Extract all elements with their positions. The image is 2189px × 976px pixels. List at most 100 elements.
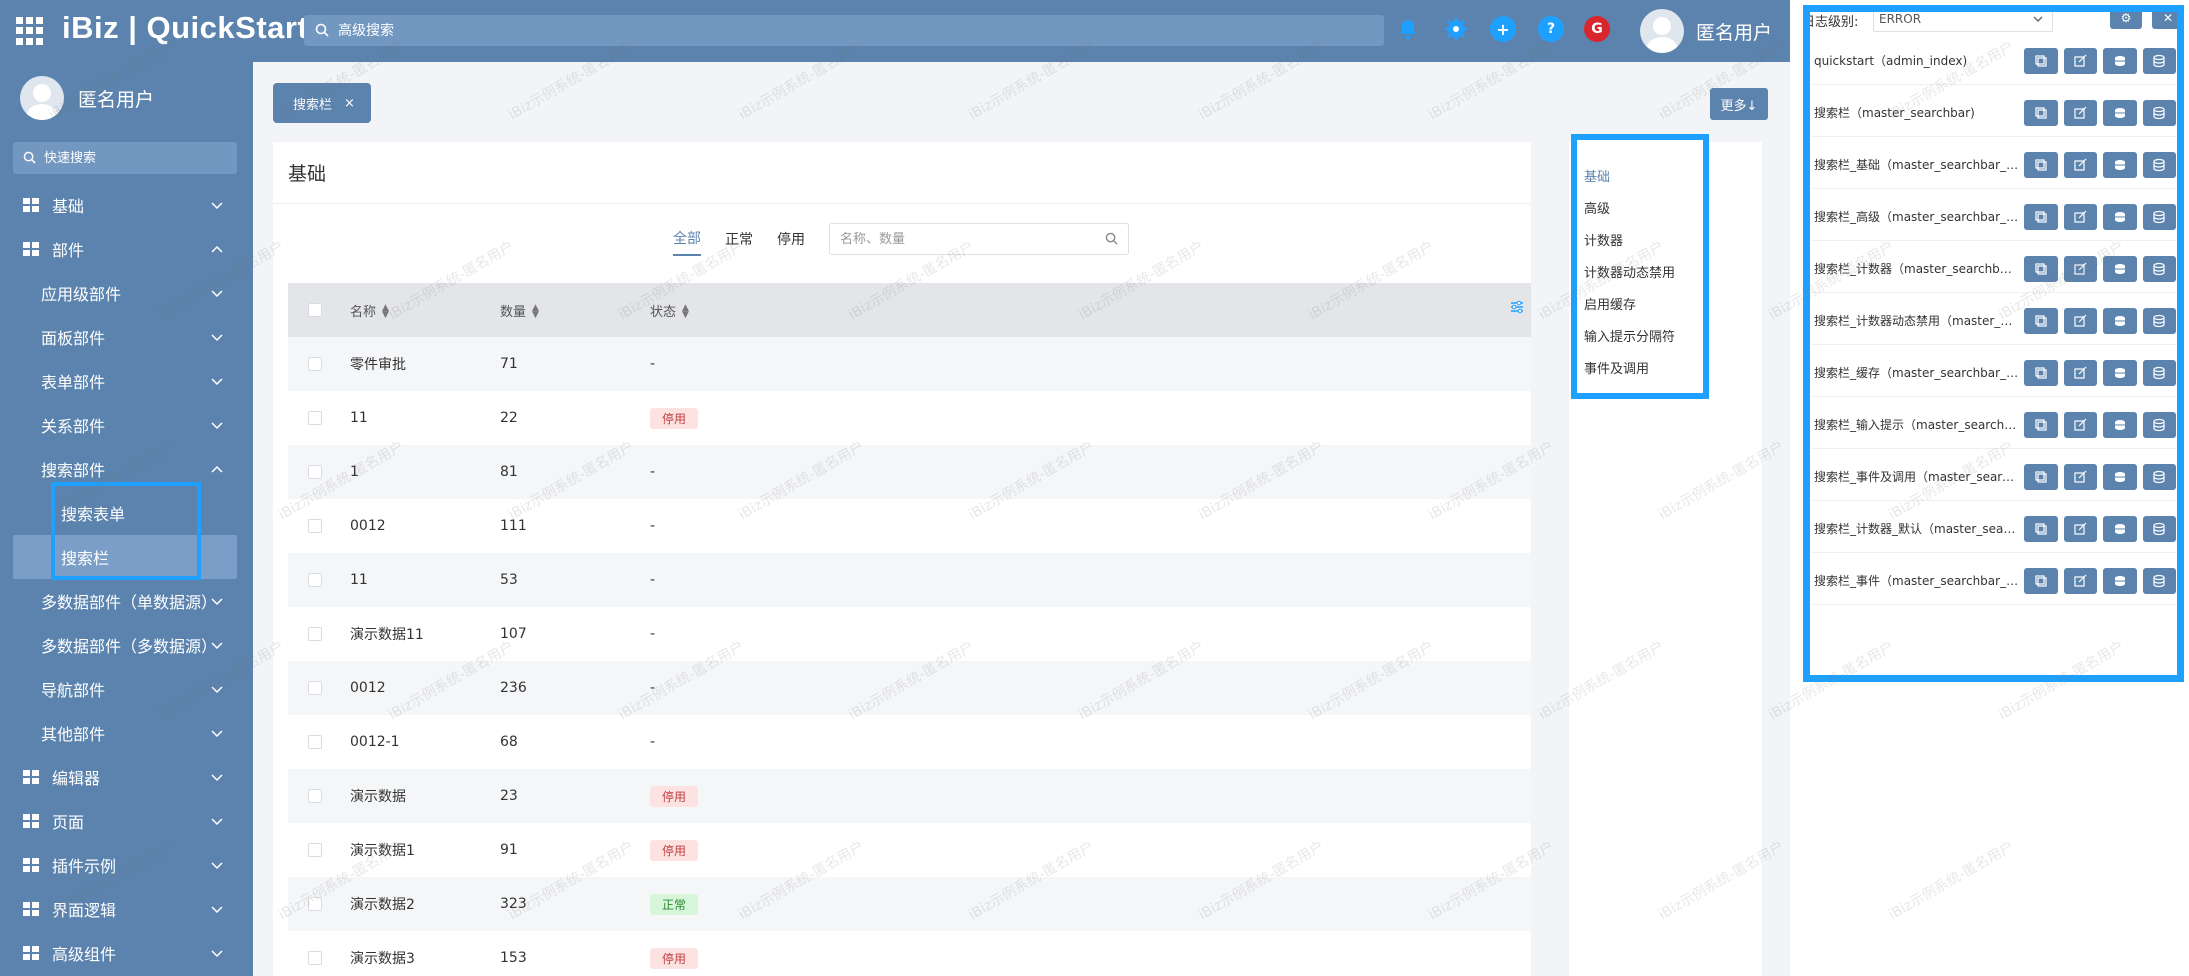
sidebar-item-label: 基础 (52, 197, 85, 216)
cell-qty: 236 (500, 661, 650, 715)
anchor-link[interactable]: 启用缓存 (1577, 294, 1703, 326)
quick-search-input[interactable] (44, 142, 229, 174)
sidebar-item[interactable]: 高级组件 (0, 931, 253, 975)
sort-icon[interactable]: ▲ ▼ (532, 304, 539, 320)
status-text: - (650, 626, 656, 642)
sort-icon[interactable]: ▲ ▼ (382, 304, 389, 320)
help-icon[interactable]: ? (1538, 16, 1564, 42)
column-header-name[interactable]: 名称 ▲ ▼ (350, 283, 500, 337)
plus-icon[interactable]: + (1490, 16, 1516, 42)
cell-name: 演示数据 (350, 769, 500, 823)
sidebar-item[interactable]: 部件 (0, 227, 253, 271)
sidebar-item-label: 导航部件 (41, 681, 106, 700)
row-checkbox[interactable] (308, 843, 322, 857)
sidebar-item[interactable]: 面板部件 (0, 315, 253, 359)
table-row[interactable]: 演示数据 23 停用 (288, 769, 1531, 823)
table-row[interactable]: 零件审批 71- (288, 337, 1531, 391)
table-row[interactable]: 演示数据2 323 正常 (288, 877, 1531, 931)
anchor-link[interactable]: 计数器动态禁用 (1577, 262, 1703, 294)
anchor-link[interactable]: 计数器 (1577, 230, 1703, 262)
cell-qty: 111 (500, 518, 527, 534)
cell-name: 0012 (350, 518, 386, 534)
global-search-input[interactable] (338, 15, 1368, 46)
sidebar-item[interactable]: 多数据部件（多数据源） (0, 623, 253, 667)
quick-filter-bar: 全部 正常 停用 (673, 222, 1129, 256)
row-checkbox[interactable] (308, 897, 322, 911)
sidebar-user-name: 匿名用户 (78, 88, 155, 111)
row-checkbox[interactable] (308, 573, 322, 587)
cell-qty: 23 (500, 769, 650, 823)
anchor-link[interactable]: 输入提示分隔符 (1577, 326, 1703, 358)
sidebar-user[interactable]: 匿名用户 (20, 76, 154, 120)
sidebar-item[interactable]: 应用级部件 (0, 271, 253, 315)
search-icon (315, 23, 329, 37)
table-row[interactable]: 1 81- (288, 445, 1531, 499)
select-all-checkbox[interactable] (308, 303, 322, 317)
anchor-link[interactable]: 事件及调用 (1577, 358, 1703, 390)
cell-qty: 107 (500, 626, 527, 642)
column-header-status[interactable]: 状态 ▲ ▼ (650, 283, 1531, 337)
status-text: - (650, 356, 656, 372)
sidebar-item-label: 多数据部件（单数据源） (41, 593, 218, 612)
grid-icon (23, 858, 39, 872)
bell-icon[interactable] (1395, 16, 1421, 42)
column-header-qty[interactable]: 数量 ▲ ▼ (500, 283, 650, 337)
sidebar-item[interactable]: 关系部件 (0, 403, 253, 447)
row-checkbox[interactable] (308, 951, 322, 965)
row-checkbox[interactable] (308, 357, 322, 371)
filter-all[interactable]: 全部 (673, 222, 701, 256)
search-icon (23, 151, 36, 164)
table-row[interactable]: 演示数据3 153 停用 (288, 931, 1531, 976)
sidebar-item[interactable]: 多数据部件（单数据源） (0, 579, 253, 623)
anchor-link[interactable]: 高级 (1577, 198, 1703, 230)
tab-searchbar[interactable]: 搜索栏 × (273, 83, 371, 123)
grid-search-box[interactable] (829, 223, 1129, 255)
sidebar-item[interactable]: 编辑器 (0, 755, 253, 799)
sidebar-item[interactable]: 基础 (0, 183, 253, 227)
table-row[interactable]: 演示数据11 107 - (288, 607, 1531, 661)
row-checkbox[interactable] (308, 681, 322, 695)
row-checkbox[interactable] (308, 627, 322, 641)
sidebar-item-label: 应用级部件 (41, 285, 122, 304)
close-icon[interactable]: × (344, 96, 355, 111)
table-row[interactable]: 11 22 停用 (288, 391, 1531, 445)
filter-normal[interactable]: 正常 (725, 223, 753, 255)
search-icon[interactable] (1105, 232, 1118, 245)
chevron-down-icon (211, 818, 223, 826)
brand-g-icon[interactable]: G (1584, 16, 1610, 42)
sort-icon[interactable]: ▲ ▼ (682, 304, 689, 320)
apps-grid-icon[interactable] (16, 17, 44, 45)
sidebar-item[interactable]: 表单部件 (0, 359, 253, 403)
table-row[interactable]: 0012 111 - (288, 499, 1531, 553)
column-settings-icon[interactable] (1510, 300, 1524, 314)
gear-icon[interactable] (1443, 16, 1469, 42)
row-checkbox[interactable] (308, 465, 322, 479)
grid-search-input[interactable] (840, 224, 1100, 254)
header-user-menu[interactable]: 匿名用户 (1640, 8, 1772, 54)
table-row[interactable]: 0012 236- (288, 661, 1531, 715)
app-logo[interactable]: iBiz | QuickStart (62, 10, 308, 46)
table-row[interactable]: 0012-1 68 - (288, 715, 1531, 769)
row-checkbox[interactable] (308, 519, 322, 533)
sidebar-item[interactable]: 插件示例 (0, 843, 253, 887)
row-checkbox[interactable] (308, 411, 322, 425)
table-row[interactable]: 11 53- (288, 553, 1531, 607)
global-search-box[interactable] (304, 15, 1384, 46)
table-row[interactable]: 演示数据1 91 停用 (288, 823, 1531, 877)
chevron-down-icon (211, 774, 223, 782)
quick-search-box[interactable] (13, 142, 237, 174)
sidebar-item-label: 界面逻辑 (52, 901, 117, 920)
row-checkbox[interactable] (308, 789, 322, 803)
sidebar-item-label: 编辑器 (52, 769, 101, 788)
data-grid: 名称 ▲ ▼ 数量 ▲ ▼ 状态 ▲ ▼ 零件审批 71-11 22 停用 1 81- 0012 111 -… (288, 283, 1531, 976)
cell-name: 演示数据2 (350, 877, 500, 931)
filter-disabled[interactable]: 停用 (777, 223, 805, 255)
row-checkbox[interactable] (308, 735, 322, 749)
sidebar-item[interactable]: 界面逻辑 (0, 887, 253, 931)
anchor-link[interactable]: 基础 (1577, 166, 1703, 198)
chevron-down-icon (211, 378, 223, 386)
sidebar-item[interactable]: 导航部件 (0, 667, 253, 711)
sidebar-item[interactable]: 其他部件 (0, 711, 253, 755)
sidebar-item[interactable]: 页面 (0, 799, 253, 843)
more-button[interactable]: 更多↓ (1710, 88, 1768, 120)
